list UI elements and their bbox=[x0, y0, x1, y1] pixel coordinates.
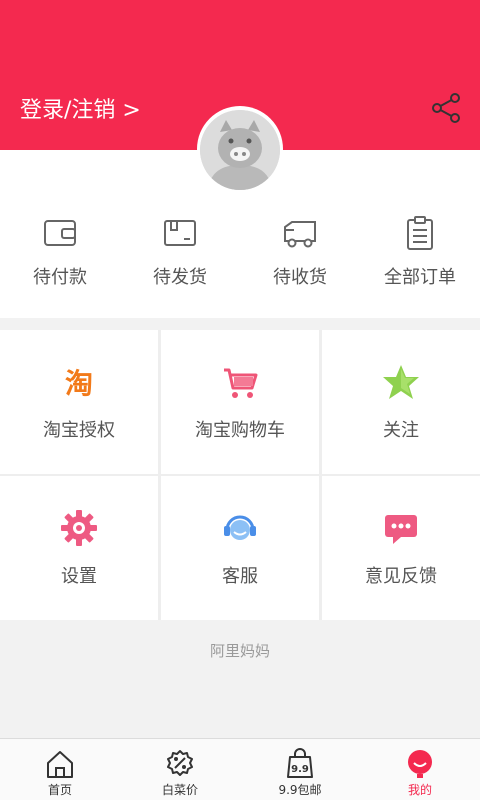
grid-label: 意见反馈 bbox=[365, 566, 437, 587]
grid-follow[interactable]: 关注 bbox=[322, 330, 480, 474]
order-pending-shipment[interactable]: 待发货 bbox=[120, 215, 240, 295]
shopping-bag-icon: 9.9 bbox=[287, 748, 313, 778]
cart-icon bbox=[224, 368, 258, 398]
svg-text:9.9: 9.9 bbox=[291, 764, 309, 775]
svg-text:淘: 淘 bbox=[65, 367, 93, 400]
grid-taobao-auth[interactable]: 淘 淘宝授权 bbox=[0, 330, 158, 474]
grid-label: 客服 bbox=[222, 566, 258, 587]
home-icon bbox=[47, 751, 73, 778]
grid-taobao-cart[interactable]: 淘宝购物车 bbox=[161, 330, 319, 474]
grid-settings[interactable]: 设置 bbox=[0, 476, 158, 620]
order-pending-receipt[interactable]: 待收货 bbox=[240, 215, 360, 295]
nav-label: 9.9包邮 bbox=[278, 783, 322, 797]
nav-free-shipping[interactable]: 9.9 9.9包邮 bbox=[240, 739, 360, 800]
profile-icon bbox=[408, 750, 432, 778]
gear-icon bbox=[61, 510, 97, 546]
package-icon bbox=[164, 220, 196, 246]
grid-customer-service[interactable]: 客服 bbox=[161, 476, 319, 620]
grid-label: 设置 bbox=[61, 566, 97, 587]
nav-home[interactable]: 首页 bbox=[0, 739, 120, 800]
function-grid: 淘 淘宝授权 淘宝购物车 关注 设置 客服 意见反馈 bbox=[0, 330, 480, 620]
grid-label: 关注 bbox=[383, 420, 419, 441]
grid-feedback[interactable]: 意见反馈 bbox=[322, 476, 480, 620]
feedback-icon bbox=[385, 515, 417, 544]
order-label: 全部订单 bbox=[384, 267, 456, 288]
order-label: 待付款 bbox=[33, 267, 87, 288]
wallet-icon bbox=[44, 220, 76, 246]
truck-icon bbox=[284, 221, 316, 248]
clipboard-icon bbox=[407, 216, 433, 250]
order-all[interactable]: 全部订单 bbox=[360, 215, 480, 295]
nav-bargain[interactable]: 白菜价 bbox=[120, 739, 240, 800]
taobao-icon: 淘 bbox=[65, 367, 93, 400]
discount-icon bbox=[167, 750, 193, 776]
nav-label: 白菜价 bbox=[161, 783, 198, 797]
pig-avatar-icon bbox=[200, 110, 280, 190]
share-icon[interactable] bbox=[428, 90, 464, 126]
login-logout-link[interactable]: 登录/注销 > bbox=[20, 92, 141, 124]
avatar[interactable] bbox=[200, 110, 280, 190]
star-icon bbox=[383, 365, 419, 399]
bottom-nav: 首页 白菜价 9.9 9.9包邮 我的 bbox=[0, 738, 480, 800]
order-pending-payment[interactable]: 待付款 bbox=[0, 215, 120, 295]
nav-mine[interactable]: 我的 bbox=[360, 739, 480, 800]
nav-label: 首页 bbox=[47, 783, 72, 797]
nav-label: 我的 bbox=[407, 783, 432, 797]
grid-label: 淘宝授权 bbox=[43, 420, 115, 441]
footer-alimama-text: 阿里妈妈 bbox=[209, 642, 270, 660]
order-label: 待收货 bbox=[273, 267, 327, 288]
grid-label: 淘宝购物车 bbox=[195, 420, 285, 441]
order-label: 待发货 bbox=[153, 267, 207, 288]
headset-icon bbox=[224, 515, 256, 540]
